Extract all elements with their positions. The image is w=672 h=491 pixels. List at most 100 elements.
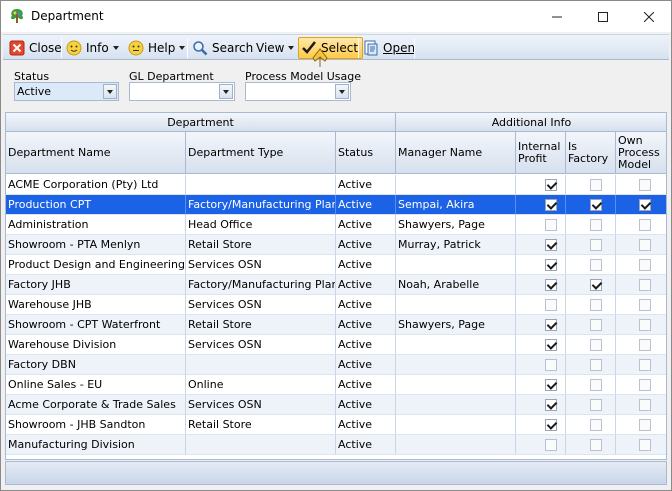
own-checkbox[interactable] [639, 239, 651, 251]
own-checkbox[interactable] [639, 179, 651, 191]
table-row[interactable]: Online Sales - EU Online Active [6, 375, 666, 395]
factory-checkbox[interactable] [590, 299, 602, 311]
internal-checkbox[interactable] [545, 279, 557, 291]
factory-checkbox[interactable] [590, 379, 602, 391]
column-header-own-process-model[interactable]: Own Process Model [616, 132, 666, 174]
internal-checkbox[interactable] [545, 199, 557, 211]
cell-name: Acme Corporate & Trade Sales [6, 395, 186, 415]
factory-checkbox[interactable] [590, 359, 602, 371]
internal-checkbox[interactable] [545, 379, 557, 391]
table-row[interactable]: Factory JHB Factory/Manufacturing Plant Ac… [6, 275, 666, 295]
select-button[interactable]: Select [298, 37, 364, 59]
own-checkbox[interactable] [639, 339, 651, 351]
own-checkbox[interactable] [639, 379, 651, 391]
table-row[interactable]: Administration Head Office Active Shawyers,… [6, 215, 666, 235]
internal-checkbox[interactable] [545, 399, 557, 411]
factory-checkbox[interactable] [590, 219, 602, 231]
factory-checkbox[interactable] [590, 199, 602, 211]
internal-checkbox[interactable] [545, 219, 557, 231]
internal-checkbox[interactable] [545, 319, 557, 331]
internal-checkbox[interactable] [545, 239, 557, 251]
cell-own [616, 255, 666, 275]
process-model-usage-dropdown-button[interactable] [335, 84, 349, 99]
factory-checkbox[interactable] [590, 439, 602, 451]
factory-checkbox[interactable] [590, 239, 602, 251]
minimize-icon [552, 16, 562, 17]
own-checkbox[interactable] [639, 419, 651, 431]
chevron-down-icon [112, 46, 119, 50]
column-header-manager-name[interactable]: Manager Name [396, 132, 516, 174]
cell-own [616, 175, 666, 195]
open-button[interactable]: Open [363, 37, 415, 59]
factory-checkbox[interactable] [590, 319, 602, 331]
cell-manager [396, 255, 516, 275]
column-header-internal-profit[interactable]: Internal Profit [516, 132, 566, 174]
own-checkbox[interactable] [639, 199, 651, 211]
cell-type [186, 355, 336, 375]
toolbar: Close Info Help Search View Select Open [3, 34, 669, 60]
table-row[interactable]: Showroom - CPT Waterfront Retail Store Act… [6, 315, 666, 335]
table-row[interactable]: Product Design and Engineering Services O… [6, 255, 666, 275]
table-row[interactable]: Warehouse JHB Services OSN Active [6, 295, 666, 315]
internal-checkbox[interactable] [545, 419, 557, 431]
own-checkbox[interactable] [639, 359, 651, 371]
table-row[interactable]: Warehouse Division Services OSN Active [6, 335, 666, 355]
internal-checkbox[interactable] [545, 259, 557, 271]
search-button[interactable]: Search [192, 37, 253, 59]
table-row[interactable]: Acme Corporate & Trade Sales Services OSN… [6, 395, 666, 415]
close-button[interactable]: Close [9, 37, 62, 59]
cell-type: Services OSN [186, 395, 336, 415]
cell-manager [396, 175, 516, 195]
chevron-down-icon [223, 89, 229, 94]
cell-factory [566, 355, 616, 375]
chevron-down-icon [339, 89, 345, 94]
close-window-button[interactable] [626, 1, 672, 32]
gl-department-combo[interactable] [129, 82, 235, 101]
table-row[interactable]: Production CPT Factory/Manufacturing Plan… [6, 195, 666, 215]
info-menu-button[interactable]: Info [66, 37, 119, 59]
factory-checkbox[interactable] [590, 259, 602, 271]
own-checkbox[interactable] [639, 319, 651, 331]
own-checkbox[interactable] [639, 279, 651, 291]
department-grid[interactable]: Department Additional Info Department Na… [5, 112, 667, 460]
table-row[interactable]: Manufacturing Division Active [6, 435, 666, 455]
search-label: Search [212, 41, 254, 55]
maximize-button[interactable] [580, 1, 626, 32]
view-menu-button[interactable]: View [256, 37, 295, 59]
status-filter-combo[interactable]: Active [14, 82, 119, 101]
gl-department-dropdown-button[interactable] [219, 84, 233, 99]
help-menu-button[interactable]: Help [128, 37, 186, 59]
own-checkbox[interactable] [639, 399, 651, 411]
process-model-usage-combo[interactable] [245, 82, 351, 101]
internal-checkbox[interactable] [545, 299, 557, 311]
table-row[interactable]: Showroom - PTA Menlyn Retail Store Active M… [6, 235, 666, 255]
factory-checkbox[interactable] [590, 399, 602, 411]
cell-name: Production CPT [6, 195, 186, 215]
column-header-status[interactable]: Status [336, 132, 396, 174]
cell-type: Services OSN [186, 255, 336, 275]
factory-checkbox[interactable] [590, 179, 602, 191]
table-row[interactable]: Factory DBN Active [6, 355, 666, 375]
column-header-department-name[interactable]: Department Name [6, 132, 186, 174]
internal-checkbox[interactable] [545, 179, 557, 191]
internal-checkbox[interactable] [545, 439, 557, 451]
own-checkbox[interactable] [639, 439, 651, 451]
table-row[interactable]: ACME Corporation (Pty) Ltd Active [6, 175, 666, 195]
cell-own [616, 335, 666, 355]
own-checkbox[interactable] [639, 219, 651, 231]
own-checkbox[interactable] [639, 259, 651, 271]
cell-internal [516, 315, 566, 335]
column-header-is-factory[interactable]: Is Factory [566, 132, 616, 174]
factory-checkbox[interactable] [590, 279, 602, 291]
column-header-department-type[interactable]: Department Type [186, 132, 336, 174]
status-dropdown-button[interactable] [103, 84, 117, 99]
internal-checkbox[interactable] [545, 359, 557, 371]
own-checkbox[interactable] [639, 299, 651, 311]
header-text-line: Own [618, 133, 643, 147]
internal-checkbox[interactable] [545, 339, 557, 351]
cell-factory [566, 335, 616, 355]
table-row[interactable]: Showroom - JHB Sandton Retail Store Active [6, 415, 666, 435]
minimize-button[interactable] [534, 1, 580, 32]
factory-checkbox[interactable] [590, 419, 602, 431]
factory-checkbox[interactable] [590, 339, 602, 351]
